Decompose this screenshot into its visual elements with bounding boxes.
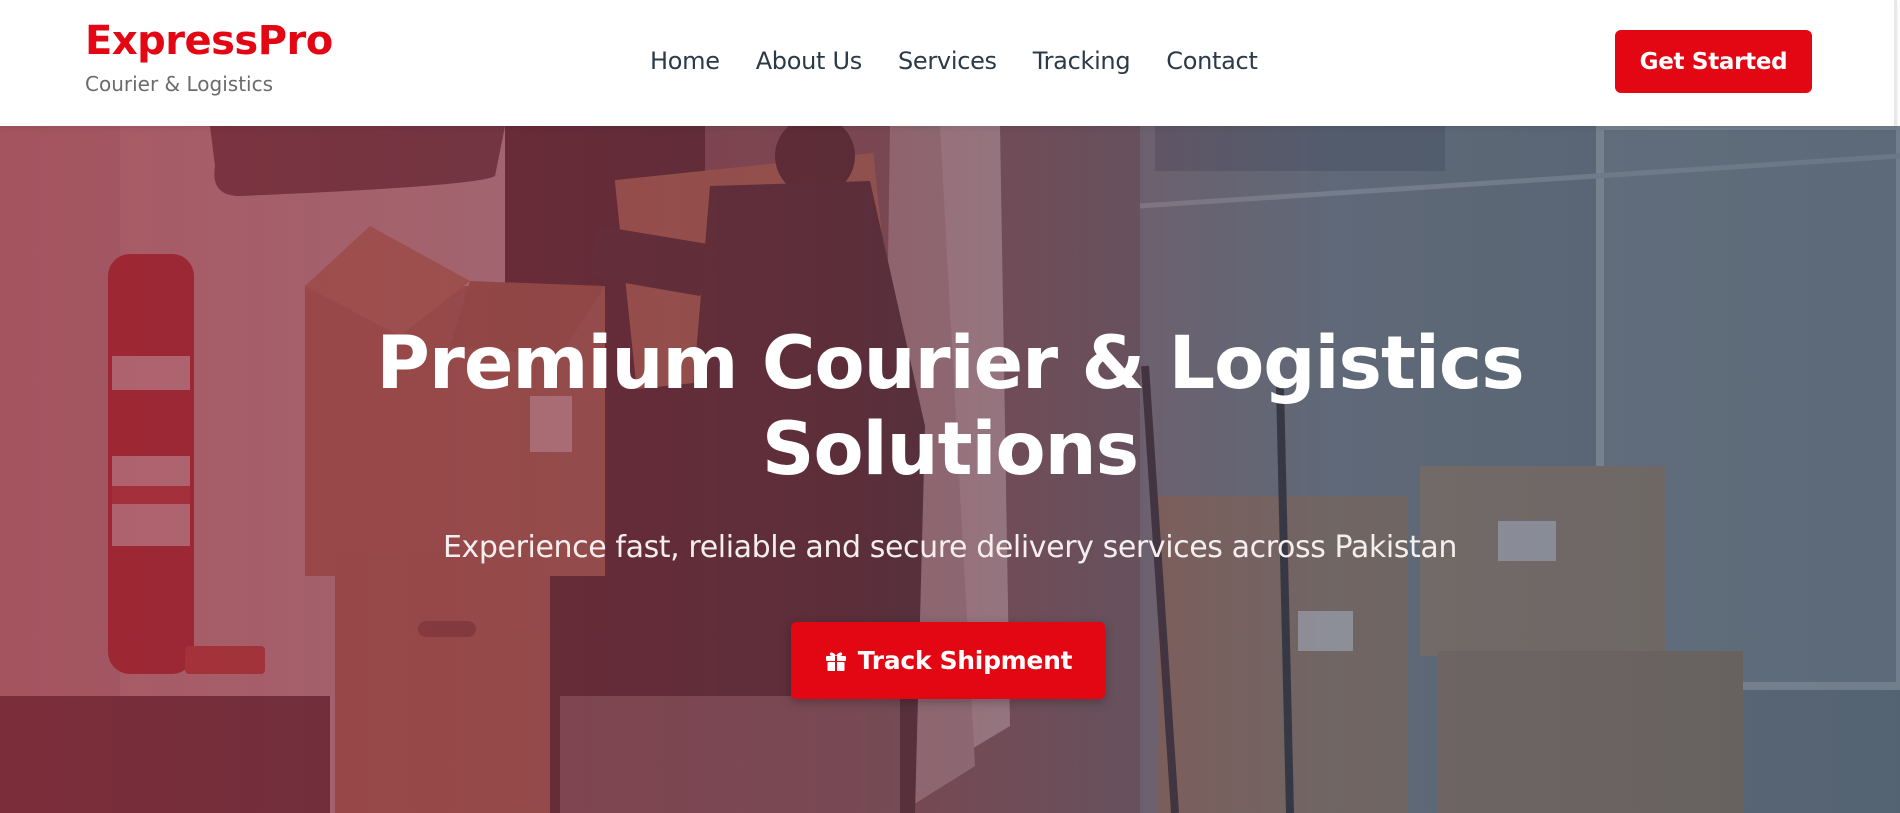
brand-logo-text[interactable]: ExpressPro	[85, 18, 333, 64]
hero-title-line-1: Premium Courier & Logistics	[376, 321, 1524, 406]
site-header: ExpressPro Courier & Logistics Home Abou…	[0, 0, 1897, 126]
gift-icon	[825, 652, 846, 671]
track-shipment-label: Track Shipment	[857, 646, 1073, 675]
nav-link-tracking[interactable]: Tracking	[1033, 47, 1131, 75]
brand-tagline: Courier & Logistics	[85, 72, 274, 96]
nav-link-services[interactable]: Services	[898, 47, 997, 75]
main-nav: Home About Us Services Tracking Contact	[650, 44, 1258, 78]
hero-title-line-2: Solutions	[761, 407, 1139, 492]
hero-section: Premium Courier & Logistics Solutions Ex…	[0, 126, 1900, 813]
hero-title: Premium Courier & Logistics Solutions	[350, 321, 1550, 493]
nav-link-contact[interactable]: Contact	[1166, 47, 1258, 75]
nav-link-home[interactable]: Home	[650, 47, 720, 75]
track-shipment-button[interactable]: Track Shipment	[791, 622, 1105, 699]
hero-subtitle: Experience fast, reliable and secure del…	[442, 530, 1457, 565]
get-started-button[interactable]: Get Started	[1615, 30, 1812, 93]
hero-content: Premium Courier & Logistics Solutions Ex…	[0, 126, 1900, 813]
nav-link-about[interactable]: About Us	[756, 47, 863, 75]
